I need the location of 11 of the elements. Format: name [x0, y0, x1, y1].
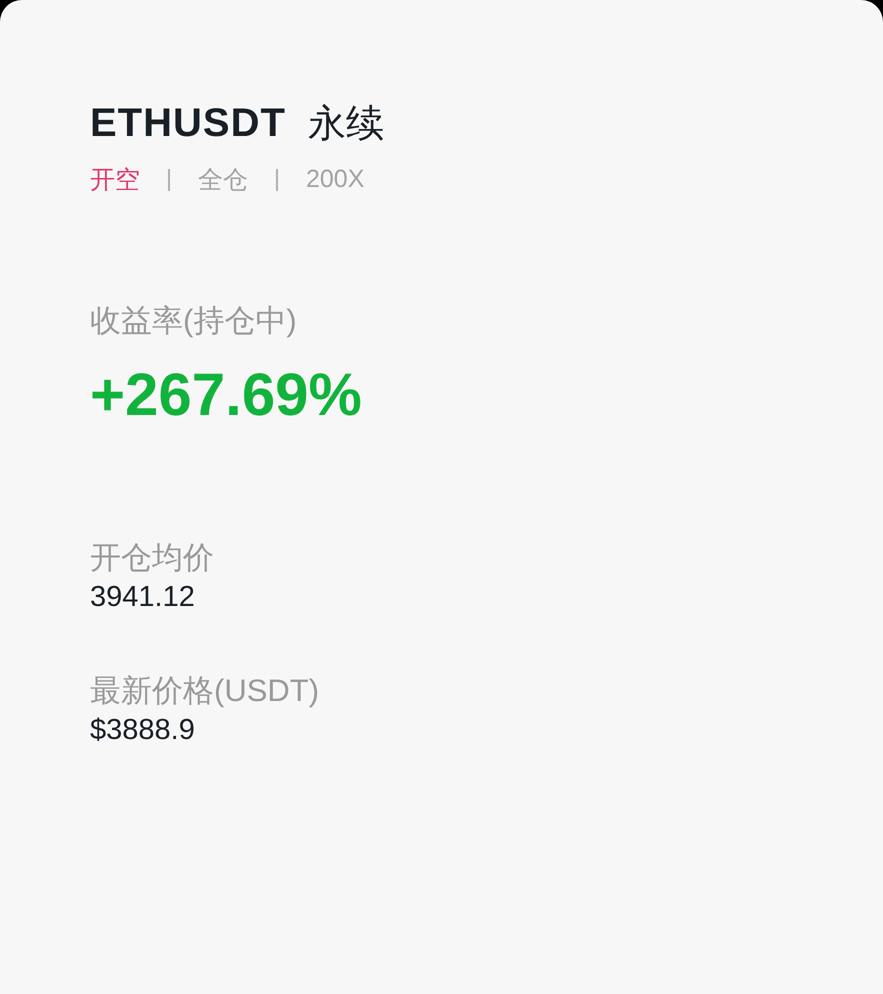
- stat-label: 开仓均价: [90, 539, 214, 577]
- symbol-title: ETHUSDT: [90, 101, 286, 146]
- position-tag: 全仓: [198, 163, 248, 196]
- position-tag: 200X: [306, 165, 364, 194]
- stat-value: $3888.9: [90, 714, 195, 747]
- stat-label: 最新价格(USDT): [90, 672, 320, 710]
- stat-value: 3941.12: [90, 581, 195, 614]
- return-rate-label: 收益率(持仓中): [90, 302, 297, 340]
- position-tag: 开空: [90, 163, 140, 196]
- contract-type: 永续: [308, 102, 384, 147]
- return-rate-value: +267.69%: [90, 360, 362, 429]
